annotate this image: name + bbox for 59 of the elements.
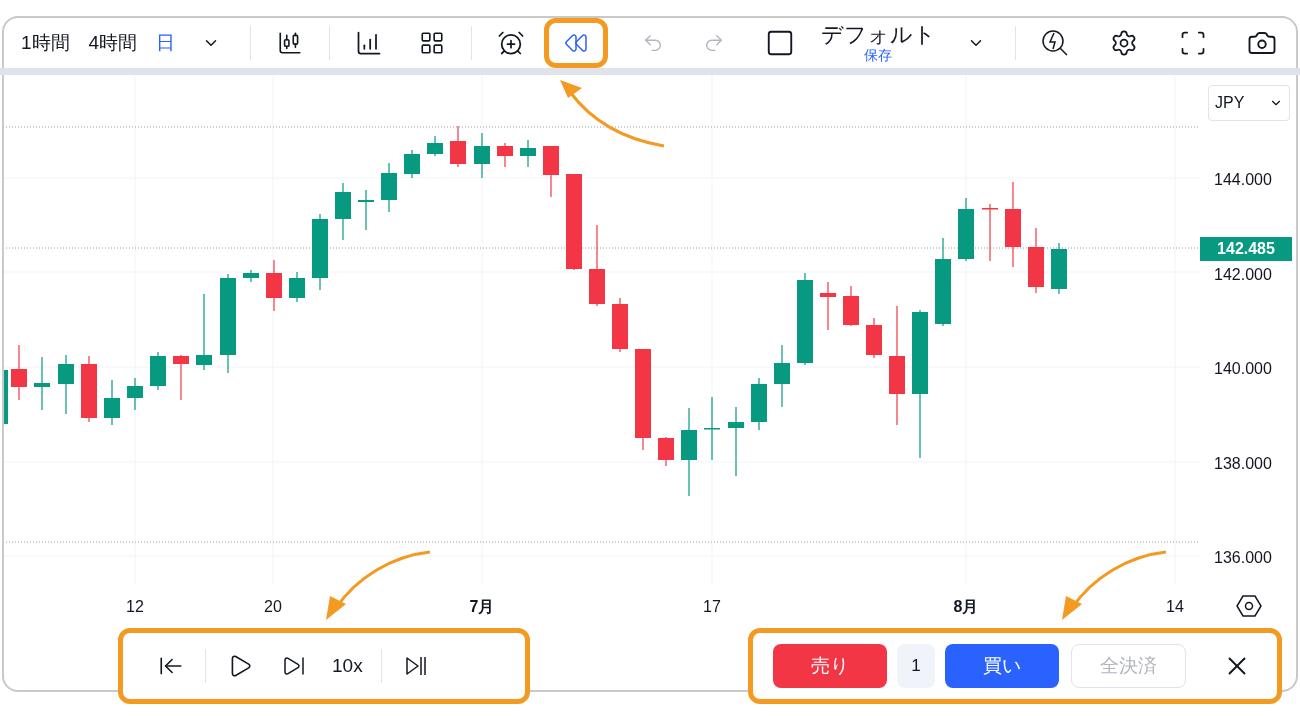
candle	[474, 132, 490, 179]
candle	[173, 354, 189, 401]
candle	[358, 189, 374, 231]
buy-button[interactable]: 買い	[944, 644, 1060, 688]
candle	[335, 182, 351, 241]
quantity-field[interactable]: 1	[897, 644, 935, 688]
candle	[34, 356, 50, 411]
price-label: 144.000	[1214, 170, 1272, 190]
speed-button[interactable]: 10x	[328, 651, 367, 681]
date-label: 12	[126, 597, 144, 617]
candle	[81, 355, 97, 423]
candle	[381, 162, 397, 213]
price-label: 142.000	[1214, 264, 1272, 285]
candle	[751, 377, 767, 431]
date-label: 8月	[953, 597, 979, 617]
candle	[1051, 242, 1067, 295]
candle	[104, 379, 120, 426]
candle	[11, 344, 27, 401]
layout-name[interactable]: デフォルト	[820, 24, 936, 46]
candle	[728, 406, 744, 477]
candle	[266, 259, 282, 312]
price-label: 136.000	[1214, 548, 1272, 568]
candle	[774, 344, 790, 408]
candle	[543, 145, 559, 198]
candle	[150, 351, 166, 391]
candle	[658, 436, 674, 467]
candle	[427, 135, 443, 157]
candle	[289, 271, 305, 303]
price-label: 138.000	[1214, 453, 1272, 474]
save-link[interactable]: 保存	[864, 48, 893, 62]
interval-tab[interactable]: 4時間	[85, 28, 141, 58]
interval-tab[interactable]: 1時間	[18, 28, 73, 58]
candle	[704, 396, 720, 461]
price-label: 140.000	[1214, 359, 1272, 379]
candle	[404, 149, 420, 179]
candle	[58, 354, 74, 415]
candle	[820, 281, 836, 331]
candle	[127, 377, 143, 411]
candle	[243, 269, 259, 283]
candle	[450, 125, 466, 168]
candle	[520, 139, 536, 168]
date-label: 14	[1166, 597, 1184, 617]
hexagon-settings-icon[interactable]	[1236, 593, 1262, 619]
candle	[958, 197, 974, 262]
date-label: 7月	[469, 597, 495, 617]
candle	[4, 370, 8, 424]
candle	[843, 285, 859, 327]
date-label: 20	[264, 597, 282, 617]
candle	[866, 317, 882, 359]
rewind-icon	[564, 31, 589, 55]
candle	[1028, 227, 1044, 294]
candle	[497, 142, 513, 168]
candle	[612, 297, 628, 353]
candle	[982, 203, 998, 262]
date-label: 17	[703, 597, 721, 617]
current-price-badge: 142.485	[1200, 237, 1292, 261]
currency-dropdown[interactable]: JPY	[1208, 85, 1290, 121]
sell-button[interactable]: 売り	[773, 644, 888, 688]
interval-tab[interactable]: 日	[153, 28, 179, 58]
